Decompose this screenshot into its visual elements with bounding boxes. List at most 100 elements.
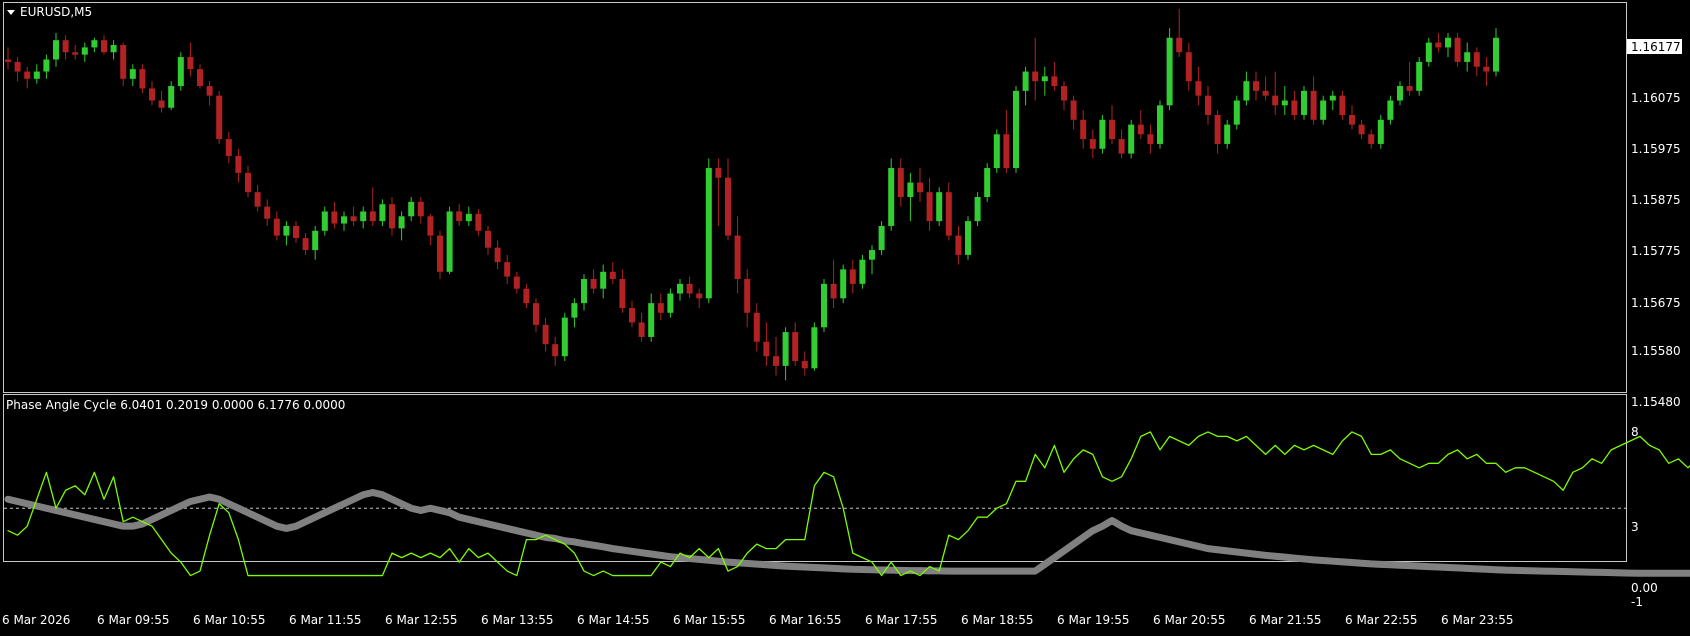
- candle-body: [225, 139, 232, 156]
- candle-body: [1061, 86, 1067, 101]
- candle: [533, 298, 539, 333]
- candle-body: [360, 211, 367, 222]
- candle: [1032, 37, 1039, 101]
- candle-body: [283, 225, 290, 236]
- candle: [1329, 90, 1336, 111]
- candle: [504, 254, 511, 284]
- candle-body: [1473, 52, 1480, 67]
- candle-body: [417, 201, 424, 217]
- candle-body: [734, 235, 741, 280]
- candle-body: [120, 45, 127, 79]
- chart-canvas[interactable]: EURUSD,M5 Phase Angle Cycle 6.0401 0.201…: [0, 0, 1690, 632]
- candle: [705, 158, 712, 304]
- candle: [197, 64, 203, 89]
- candle-body: [235, 155, 242, 173]
- candle: [302, 233, 309, 255]
- price-axis-label: 1.15975: [1631, 142, 1681, 156]
- candle-body: [513, 276, 520, 289]
- time-axis-label: 6 Mar 2026: [2, 613, 70, 627]
- candle: [686, 276, 693, 299]
- candle-body: [542, 324, 549, 345]
- indicator-title: Phase Angle Cycle 6.0401 0.2019 0.0000 6…: [6, 398, 345, 412]
- candle-body: [1032, 71, 1039, 82]
- price-axis: 1.16075 1.15975 1.15875 1.15775 1.15675 …: [1631, 91, 1681, 409]
- candle: [696, 288, 703, 308]
- time-axis-label: 6 Mar 20:55: [1153, 613, 1226, 627]
- price-axis-label: 1.15580: [1631, 344, 1681, 358]
- candle-body: [955, 235, 962, 255]
- candle-body: [245, 172, 251, 193]
- time-axis-label: 6 Mar 14:55: [577, 613, 650, 627]
- candle-body: [14, 61, 21, 72]
- candle: [1339, 90, 1346, 120]
- time-axis-label: 6 Mar 13:55: [481, 613, 554, 627]
- candle: [158, 90, 165, 113]
- price-axis-label: 1.15675: [1631, 296, 1681, 310]
- candle: [62, 35, 69, 60]
- candle-body: [1022, 71, 1029, 91]
- candle: [91, 37, 98, 53]
- candle: [571, 298, 578, 328]
- candle-body: [629, 307, 635, 323]
- candle-body: [1253, 81, 1259, 91]
- symbol-dropdown-triangle-icon[interactable]: [7, 10, 15, 15]
- candle-body: [1368, 134, 1375, 144]
- candle-body: [1349, 114, 1355, 125]
- candle: [168, 81, 175, 111]
- candle-body: [465, 213, 472, 222]
- symbol-timeframe-label[interactable]: EURUSD,M5: [20, 5, 92, 19]
- candle: [1061, 81, 1067, 111]
- indicator-axis-label: 0.00: [1631, 581, 1658, 595]
- candle-body: [686, 283, 693, 294]
- candle: [773, 336, 779, 376]
- candle-body: [1137, 124, 1144, 135]
- candle-body: [1233, 100, 1240, 125]
- candle: [1022, 66, 1029, 106]
- candle: [1233, 95, 1240, 130]
- indicator-lines: [4, 431, 1690, 577]
- candle-body: [446, 211, 453, 272]
- candle: [542, 317, 549, 352]
- candle: [1176, 8, 1183, 58]
- candle-body: [1339, 95, 1346, 115]
- candle: [33, 64, 40, 84]
- candle-body: [1176, 37, 1183, 53]
- candle-body: [5, 59, 11, 62]
- candle: [1137, 110, 1144, 140]
- candle: [1253, 71, 1259, 101]
- candle-body: [533, 303, 539, 325]
- candle: [456, 204, 463, 226]
- candle: [1003, 110, 1010, 173]
- price-axis-label: 1.16075: [1631, 91, 1681, 105]
- candle-body: [1243, 81, 1250, 101]
- candle-body: [725, 177, 731, 236]
- candle: [1070, 95, 1077, 130]
- candle: [494, 240, 501, 270]
- candle-body: [254, 192, 261, 207]
- time-axis-label: 6 Mar 19:55: [1057, 613, 1130, 627]
- candle-body: [398, 216, 405, 229]
- time-axis-label: 6 Mar 15:55: [673, 613, 746, 627]
- candle-body: [1147, 134, 1154, 144]
- time-axis-label: 6 Mar 16:55: [769, 613, 842, 627]
- candle: [465, 206, 472, 226]
- candle-body: [993, 134, 1000, 169]
- candle-body: [33, 71, 40, 79]
- candle: [869, 245, 875, 275]
- candle-body: [648, 303, 655, 337]
- candle-body: [907, 182, 914, 197]
- candle-body: [782, 332, 789, 366]
- chart-window[interactable]: EURUSD,M5 Phase Angle Cycle 6.0401 0.201…: [0, 0, 1690, 632]
- candle: [734, 216, 741, 294]
- indicator-axis-label: 8: [1631, 425, 1639, 439]
- candle: [485, 225, 491, 255]
- candle-body: [62, 40, 69, 53]
- candle: [5, 47, 11, 70]
- candle-body: [821, 283, 827, 328]
- candle: [523, 283, 530, 308]
- candle: [552, 336, 559, 366]
- candle-body: [936, 192, 943, 222]
- candle: [1118, 129, 1125, 159]
- candle-body: [1195, 81, 1202, 96]
- candle: [945, 182, 952, 241]
